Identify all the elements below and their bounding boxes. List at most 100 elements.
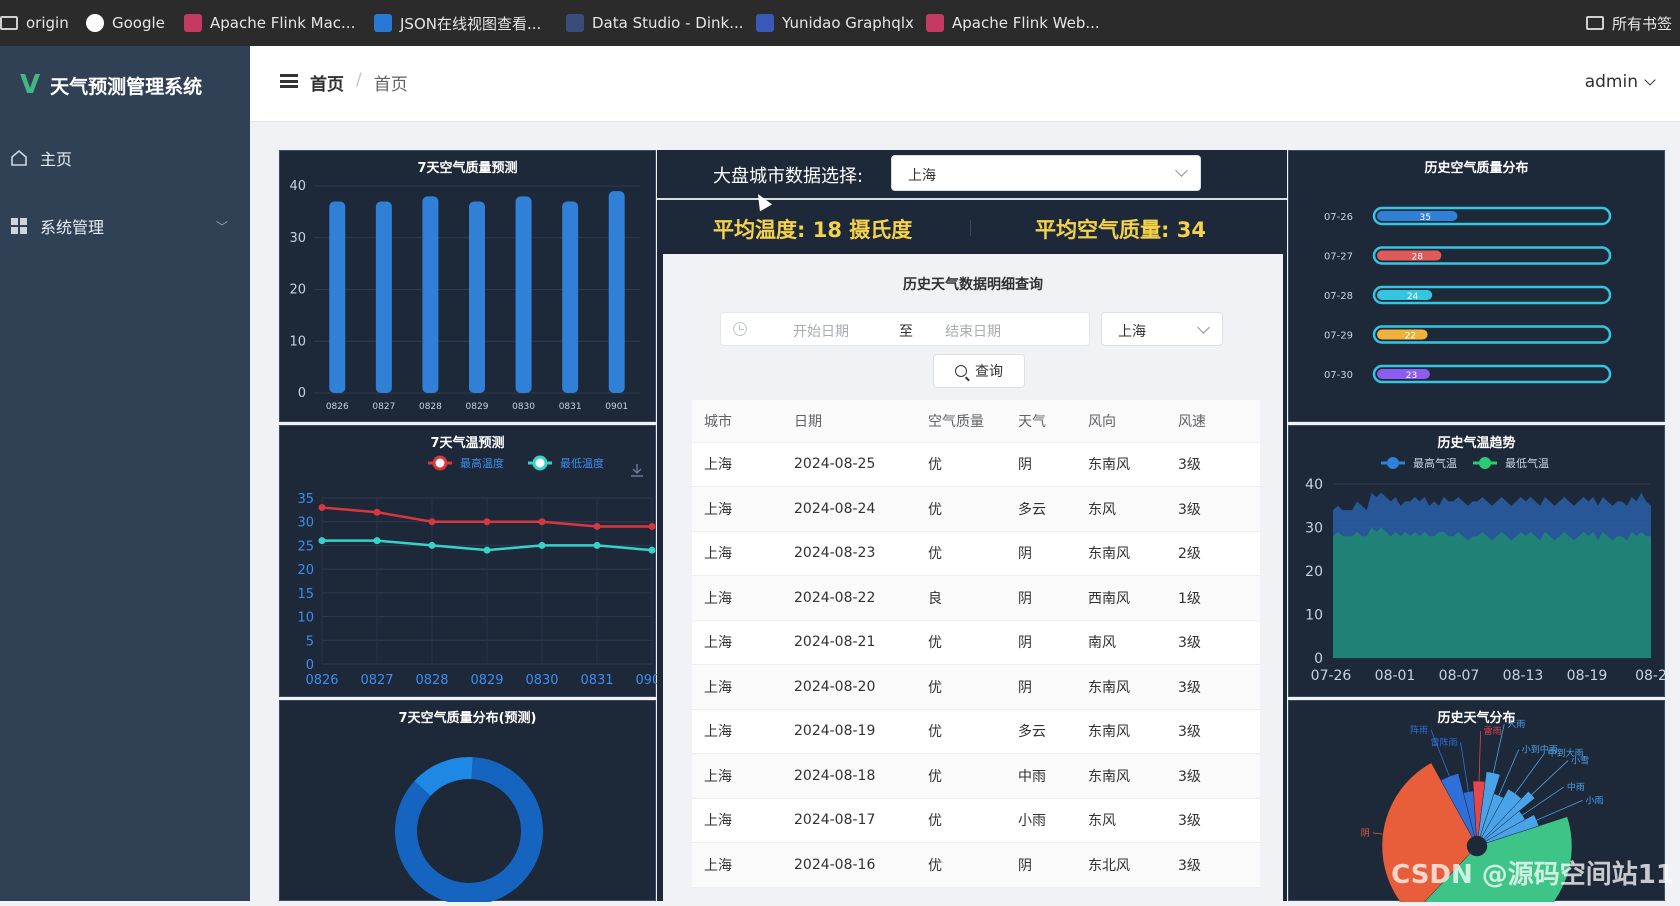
- data-point: [539, 518, 546, 525]
- table-cell: 中雨: [1006, 754, 1076, 799]
- bookmarks-bar: origin Google Apache Flink Mac... JSON在线…: [0, 0, 1680, 46]
- bookmark-json[interactable]: JSON在线视图查看...: [374, 12, 541, 34]
- x-tick-label: 08-07: [1439, 668, 1480, 684]
- panel-title: 7天气温预测: [280, 432, 655, 451]
- category-label: 07-28: [1324, 291, 1353, 302]
- table-cell: 2024-08-22: [782, 576, 916, 621]
- bookmark-label: Apache Flink Web...: [952, 14, 1100, 32]
- legend-marker: [434, 457, 446, 469]
- x-tick-label: 0831: [580, 673, 613, 688]
- y-tick-label: 0: [306, 658, 314, 673]
- graphql-icon: [756, 14, 774, 32]
- category-label: 07-29: [1324, 331, 1353, 342]
- divider: [970, 220, 971, 236]
- x-tick-label: 08-19: [1567, 668, 1608, 684]
- bar-fill: [1377, 330, 1428, 340]
- flink-icon: [926, 14, 944, 32]
- avg-air-quality: 平均空气质量: 34: [1035, 214, 1206, 244]
- dinky-icon: [566, 14, 584, 32]
- query-button[interactable]: 查询: [933, 354, 1025, 388]
- col-aqi[interactable]: 空气质量: [916, 400, 1006, 442]
- start-date-input[interactable]: 开始日期: [793, 321, 849, 341]
- col-city[interactable]: 城市: [692, 400, 782, 442]
- top-header: 首页 / 首页 admin: [250, 46, 1680, 122]
- hamburger-icon[interactable]: [280, 74, 298, 88]
- col-wind-dir[interactable]: 风向: [1076, 400, 1166, 442]
- user-menu[interactable]: admin: [1585, 72, 1654, 92]
- table-cell: 上海: [692, 620, 782, 665]
- breadcrumb-home[interactable]: 首页: [310, 70, 344, 95]
- chevron-down-icon: [1644, 74, 1655, 85]
- x-tick-label: 0827: [360, 673, 393, 688]
- category-label: 07-27: [1324, 252, 1353, 263]
- center-panel: 大盘城市数据选择: 上海 平均温度: 18 摄氏度 平均空气质量: 34 历史天…: [657, 150, 1287, 901]
- table-row[interactable]: 上海2024-08-19优多云东南风3级: [692, 709, 1260, 754]
- temp-forecast-panel: 7天气温预测 051015202530350826082708280829083…: [279, 425, 656, 697]
- y-tick-label: 20: [289, 283, 306, 298]
- y-tick-label: 5: [306, 634, 314, 649]
- slice-label: 阴: [1361, 828, 1370, 839]
- aqi-forecast-panel: 7天空气质量预测 0102030400826082708280829083008…: [279, 150, 656, 422]
- y-tick-label: 40: [1305, 477, 1323, 493]
- bookmark-label: Google: [112, 14, 165, 32]
- table-row[interactable]: 上海2024-08-21优阴南风3级: [692, 620, 1260, 665]
- breadcrumb: 首页 / 首页: [310, 70, 408, 95]
- average-row: 平均温度: 18 摄氏度 平均空气质量: 34: [657, 202, 1287, 252]
- table-row[interactable]: 上海2024-08-23优阴东南风2级: [692, 531, 1260, 576]
- bar: [562, 202, 578, 393]
- bookmark-dinky[interactable]: Data Studio - Dink...: [566, 12, 744, 34]
- table-row[interactable]: 上海2024-08-24优多云东风3级: [692, 487, 1260, 532]
- col-wind-speed[interactable]: 风速: [1166, 400, 1260, 442]
- data-point: [649, 547, 656, 554]
- table-row[interactable]: 上海2024-08-16优阴东北风3级: [692, 843, 1260, 888]
- table-row[interactable]: 上海2024-08-17优小雨东风3级: [692, 798, 1260, 843]
- bookmark-flink-mac[interactable]: Apache Flink Mac...: [184, 12, 355, 34]
- y-tick-label: 10: [297, 611, 314, 626]
- panel-title: 7天空气质量预测: [280, 157, 655, 176]
- label-line: [1479, 731, 1481, 781]
- data-point: [539, 542, 546, 549]
- table-cell: 2024-08-24: [782, 487, 916, 532]
- legend-label: 最高温度: [460, 456, 504, 470]
- download-icon[interactable]: [629, 462, 645, 478]
- end-date-input[interactable]: 结束日期: [945, 321, 1001, 341]
- table-cell: 上海: [692, 843, 782, 888]
- bookmark-google[interactable]: Google: [86, 12, 165, 34]
- y-tick-label: 10: [1305, 608, 1323, 624]
- table-row[interactable]: 上海2024-08-20优阴东南风3级: [692, 665, 1260, 710]
- all-bookmarks[interactable]: 所有书签: [1586, 12, 1672, 34]
- table-cell: 南风: [1076, 620, 1166, 665]
- table-row[interactable]: 上海2024-08-18优中雨东南风3级: [692, 754, 1260, 799]
- sidebar-item-system[interactable]: 系统管理 ﹀: [10, 206, 240, 246]
- table-cell: 2024-08-16: [782, 843, 916, 888]
- date-range-picker[interactable]: 开始日期 至 结束日期: [720, 312, 1090, 346]
- x-tick-label: 0829: [470, 673, 503, 688]
- table-cell: 上海: [692, 798, 782, 843]
- home-icon: [10, 149, 28, 167]
- table-cell: 多云: [1006, 487, 1076, 532]
- table-row[interactable]: 上海2024-08-25优阴东南风3级: [692, 442, 1260, 487]
- table-cell: 上海: [692, 754, 782, 799]
- table-cell: 阴: [1006, 531, 1076, 576]
- x-tick-label: 0829: [466, 402, 489, 412]
- table-cell: 阴: [1006, 576, 1076, 621]
- city-select-label: 大盘城市数据选择:: [713, 162, 863, 188]
- sidebar-item-home[interactable]: 主页: [10, 138, 240, 178]
- y-tick-label: 20: [297, 563, 314, 578]
- table-cell: 优: [916, 620, 1006, 665]
- table-cell: 3级: [1166, 754, 1260, 799]
- city-select[interactable]: 上海: [891, 155, 1201, 191]
- table-header-row: 城市 日期 空气质量 天气 风向 风速: [692, 400, 1260, 442]
- table-row[interactable]: 上海2024-08-22良阴西南风1级: [692, 576, 1260, 621]
- bookmark-origin[interactable]: origin: [0, 12, 69, 34]
- col-weather[interactable]: 天气: [1006, 400, 1076, 442]
- city-filter-select[interactable]: 上海: [1101, 312, 1223, 346]
- folder-icon: [0, 16, 18, 30]
- legend-label: 最低气温: [1505, 456, 1549, 470]
- bookmark-flink-web[interactable]: Apache Flink Web...: [926, 12, 1100, 34]
- bookmark-graphql[interactable]: Yunidao Graphqlx: [756, 12, 914, 34]
- category-label: 07-26: [1324, 212, 1353, 223]
- table-cell: 上海: [692, 442, 782, 487]
- col-date[interactable]: 日期: [782, 400, 916, 442]
- history-table-card: 历史天气数据明细查询 开始日期 至 结束日期 上海 查询 城市 日期 空气质量 …: [663, 254, 1283, 901]
